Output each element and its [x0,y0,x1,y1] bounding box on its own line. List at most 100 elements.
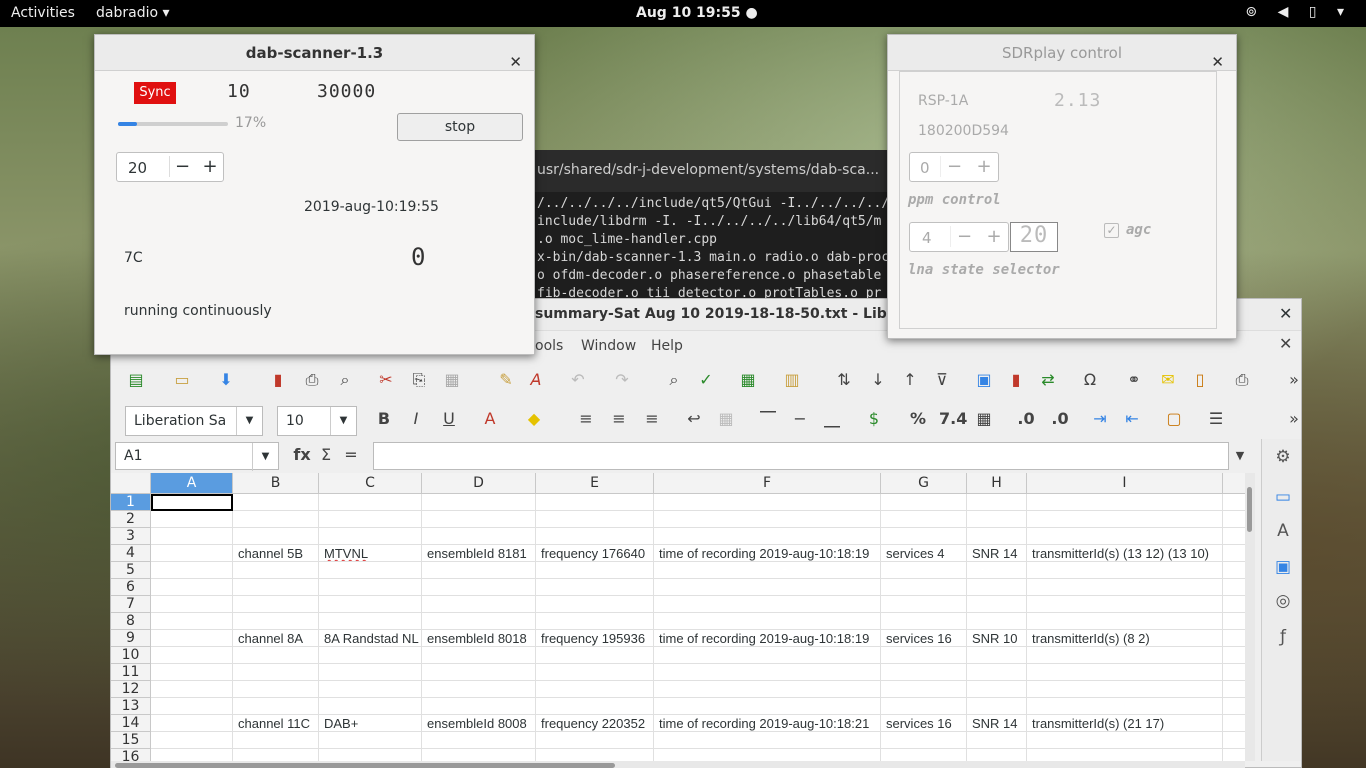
sdr-titlebar[interactable]: SDRplay control ✕ [888,35,1236,71]
print-icon[interactable]: ⎙ [301,369,323,391]
navigator-icon[interactable]: ◎ [1271,589,1295,613]
clear-formatting-icon[interactable]: 𝘈 [525,369,547,391]
table-cell[interactable]: 8A Randstad NL [319,630,422,647]
selected-cell-a1[interactable] [151,494,233,511]
grid-cell[interactable] [1223,579,1245,596]
chevron-down-icon[interactable]: ▼ [330,407,356,435]
table-cell[interactable]: SNR 10 [967,630,1027,647]
align-bottom-icon[interactable]: ⎽ [821,408,843,430]
sort-descending-icon[interactable]: ↑ [899,369,921,391]
pivot-table-icon[interactable]: ⇄ [1037,369,1059,391]
date-format-icon[interactable]: ▦ [973,408,995,430]
grid-cell[interactable] [422,494,536,511]
grid-cell[interactable] [881,528,967,545]
font-size-box[interactable]: 10 ▼ [277,406,357,436]
table-cell[interactable]: channel 8A [233,630,319,647]
grid-cell[interactable] [151,630,233,647]
define-print-area-icon[interactable]: ⎙ [1231,369,1253,391]
column-header[interactable]: B [233,473,319,494]
row-header[interactable]: 10 [111,647,151,664]
column-icon[interactable]: ▥ [781,369,803,391]
grid-cell[interactable] [151,647,233,664]
horizontal-scrollbar[interactable] [111,761,1245,768]
grid-cell[interactable] [881,732,967,749]
table-cell[interactable]: ensembleId 8008 [422,715,536,732]
row-header[interactable]: 12 [111,681,151,698]
menu-help[interactable]: Help [651,338,683,354]
wrap-text-icon[interactable]: ↩ [683,408,705,430]
expand-formula-icon[interactable]: ▼ [1229,445,1251,467]
grid-cell[interactable] [881,681,967,698]
export-pdf-icon[interactable]: ▮ [267,369,289,391]
grid-cell[interactable] [881,511,967,528]
grid-cell[interactable] [536,647,654,664]
font-name-box[interactable]: Liberation Sa ▼ [125,406,263,436]
grid-cell[interactable] [1223,528,1245,545]
grid-cell[interactable] [654,681,881,698]
grid-cell[interactable] [881,562,967,579]
table-cell[interactable]: frequency 176640 [536,545,654,562]
grid-cell[interactable] [967,511,1027,528]
table-cell[interactable]: time of recording 2019-aug-10:18:21 [654,715,881,732]
grid-cell[interactable] [233,749,319,761]
grid-cell[interactable] [319,579,422,596]
ppm-spinbox[interactable]: 0 − + [909,152,999,182]
row-header[interactable]: 9 [111,630,151,647]
insert-chart-icon[interactable]: ▮ [1005,369,1027,391]
merge-cells-icon[interactable]: ▦ [715,408,737,430]
grid-cell[interactable] [967,749,1027,761]
gallery-icon[interactable]: ▣ [1271,555,1295,579]
table-cell[interactable]: transmitterId(s) (8 2) [1027,630,1223,647]
open-folder-icon[interactable]: ▭ [171,369,193,391]
grid-cell[interactable] [151,562,233,579]
grid-cell[interactable] [151,545,233,562]
grid-cell[interactable] [233,494,319,511]
corner-cell[interactable] [111,473,151,494]
grid-cell[interactable] [967,664,1027,681]
grid-cell[interactable] [319,613,422,630]
grid-cell[interactable] [422,749,536,761]
grid-cell[interactable] [1223,630,1245,647]
row-header[interactable]: 16 [111,749,151,761]
close-icon[interactable]: ✕ [1279,304,1292,323]
hyperlink-icon[interactable]: ⚭ [1123,369,1145,391]
grid-cell[interactable] [422,613,536,630]
grid-cell[interactable] [151,528,233,545]
table-cell[interactable]: transmitterId(s) (21 17) [1027,715,1223,732]
font-color-icon[interactable]: A [479,408,501,430]
row-icon[interactable]: ▦ [737,369,759,391]
grid-cell[interactable] [1223,715,1245,732]
grid-cell[interactable] [881,579,967,596]
grid-cell[interactable] [233,664,319,681]
autofilter-icon[interactable]: ⊽ [931,369,953,391]
table-cell[interactable]: DAB+ [319,715,422,732]
grid-cell[interactable] [151,732,233,749]
row-header[interactable]: 13 [111,698,151,715]
grid-cell[interactable] [536,579,654,596]
close-document-icon[interactable]: ✕ [1279,334,1292,353]
increase-indent-icon[interactable]: ⇥ [1089,408,1111,430]
column-header[interactable]: D [422,473,536,494]
grid-cell[interactable] [151,698,233,715]
grid-cell[interactable] [1027,562,1223,579]
align-top-icon[interactable]: ⎺ [757,408,779,430]
table-cell[interactable]: ensembleId 8018 [422,630,536,647]
minus-icon[interactable]: − [940,156,968,177]
grid-cell[interactable] [319,562,422,579]
sort-ascending-icon[interactable]: ↓ [867,369,889,391]
grid-cell[interactable] [319,732,422,749]
print-preview-icon[interactable]: ⌕ [334,369,356,391]
grid-cell[interactable] [654,664,881,681]
grid-cell[interactable] [233,647,319,664]
toolbar-overflow-icon[interactable]: » [1283,369,1305,391]
column-header[interactable]: E [536,473,654,494]
table-cell[interactable]: ensembleId 8181 [422,545,536,562]
name-box[interactable]: A1 ▼ [115,442,279,471]
equals-icon[interactable]: = [340,444,362,466]
grid-cell[interactable] [151,579,233,596]
grid-cell[interactable] [319,647,422,664]
add-decimal-icon[interactable]: .0 [1015,408,1037,430]
system-tray-icons[interactable]: ⊚ ◀ ▯ ▾ [1245,4,1352,20]
grid-cell[interactable] [536,664,654,681]
grid-cell[interactable] [1223,613,1245,630]
